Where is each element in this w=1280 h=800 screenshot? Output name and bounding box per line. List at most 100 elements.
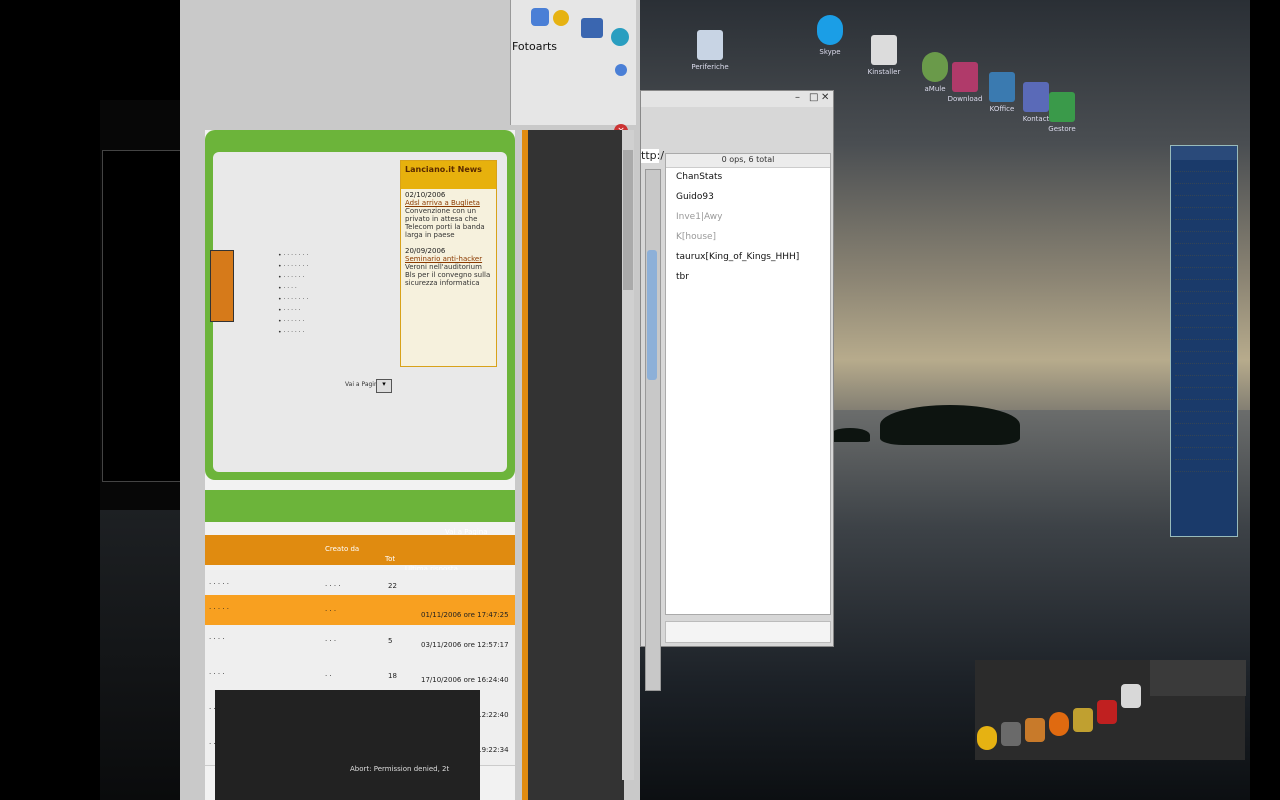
desktop-icon-label: Kinstaller [867,68,901,76]
chat-url-fragment: ttp:/ [641,149,665,163]
left-taskbar [215,690,480,800]
minimize-icon[interactable]: – [795,93,805,103]
list-item[interactable] [1175,294,1233,304]
desktop-icon-gestore[interactable]: Gestore [1032,92,1092,133]
list-item[interactable] [1175,438,1233,448]
page-select[interactable]: ▾ [376,379,392,393]
news-date: 02/10/2006 [405,191,446,199]
thread-title[interactable]: · · · · [209,670,225,678]
author: · · · [325,637,337,645]
gestore-icon [1049,92,1075,122]
star-icon[interactable] [977,726,997,750]
app-icon[interactable] [1025,718,1045,742]
table-row[interactable]: · · · · · · · 5 03/11/2006 ore 12:57:17 [205,625,515,661]
file-icon [871,35,897,65]
news-date: 20/09/2006 [405,247,446,255]
browser-sidebar-panel [510,0,636,125]
left-workspace-face: Fotoarts × • · · · · · · · • · · · · · ·… [0,0,640,800]
app-icon[interactable] [1097,700,1117,724]
sidebar-title: Fotoarts [512,40,558,53]
status-bar-text: Abort: Permission denied, 2t [350,765,450,773]
desktop-icon-label: Periferiche [691,63,729,71]
last-reply-date: 17/10/2006 ore 16:24:40 [421,676,509,684]
app-icon[interactable] [1073,708,1093,732]
list-item[interactable] [1175,450,1233,460]
list-item[interactable]: • · · · · · · [278,272,378,283]
list-item[interactable] [1175,330,1233,340]
list-item[interactable] [1175,222,1233,232]
chat-scrollbar[interactable] [645,169,661,691]
last-reply-date: 01/11/2006 ore 17:47:25 [421,611,509,619]
list-item[interactable] [1175,174,1233,184]
news-link[interactable]: Seminario anti-hacker [401,255,496,263]
list-item[interactable] [1175,354,1233,364]
thread-title[interactable]: · · · · [209,635,225,643]
window-titlebar[interactable] [1171,146,1237,160]
list-item[interactable]: ChanStats [666,168,830,188]
user-icon[interactable] [553,10,569,26]
list-item[interactable] [1175,366,1233,376]
list-item[interactable] [1175,306,1233,316]
browser-scrollbar[interactable] [622,130,634,780]
reply-count: 18 [388,672,397,680]
list-item[interactable]: Guido93 [666,188,830,208]
list-item[interactable]: • · · · · · · · [278,294,378,305]
list-item[interactable] [1175,210,1233,220]
list-item[interactable] [1175,390,1233,400]
add-bookmark-icon[interactable] [581,18,603,38]
list-item[interactable]: tbr [666,268,830,288]
list-item[interactable] [1175,162,1233,172]
list-item[interactable] [1175,246,1233,256]
menu-list: • · · · · · · · • · · · · · · · • · · · … [278,250,378,338]
desktop-icon-periferiche[interactable]: Periferiche [680,30,740,71]
forum-header: Vai a Pagina ▾ [205,490,515,558]
list-item[interactable]: • · · · · [278,283,378,294]
list-item[interactable] [1175,402,1233,412]
list-item[interactable] [1175,426,1233,436]
list-item[interactable]: • · · · · · · [278,327,378,338]
list-item[interactable] [1175,186,1233,196]
list-item[interactable] [1175,270,1233,280]
desktop-icon-label: Gestore [1048,125,1076,133]
list-item[interactable]: • · · · · · · [278,316,378,327]
contact-list-window[interactable] [1170,145,1238,537]
list-item[interactable]: • · · · · · [278,305,378,316]
list-item[interactable] [1175,462,1233,472]
page-dark-margin [528,130,624,800]
refresh-icon[interactable] [611,28,629,46]
list-item[interactable]: • · · · · · · · [278,261,378,272]
col-replies: Tot [385,555,396,563]
window-titlebar[interactable]: – □ ✕ [641,91,833,107]
thread-title[interactable]: · · · · · [209,580,229,588]
list-item[interactable]: taurux[King_of_Kings_HHH] [666,248,830,268]
list-item[interactable] [1175,234,1233,244]
list-item[interactable] [1175,282,1233,292]
maximize-icon[interactable]: □ [809,93,819,103]
irc-chat-window[interactable]: – □ ✕ ttp:/ 0 ops, 6 total ChanStats Gui… [640,90,834,691]
chat-input[interactable] [665,621,831,643]
reply-count: 22 [388,582,397,590]
close-icon[interactable]: ✕ [821,93,831,103]
computer-icon [697,30,723,60]
desktop-icon-skype[interactable]: Skype [800,15,860,56]
news-link[interactable]: Adsl arriva a Buglieta [401,199,496,207]
thread-title[interactable]: · · · · · [209,605,229,613]
list-item[interactable] [1175,342,1233,352]
user-count: 0 ops, 6 total [666,154,830,168]
go-arrow-icon[interactable] [615,64,627,76]
app-icon[interactable] [1121,684,1141,708]
news-title: Lanciano.it News [401,161,496,189]
list-item[interactable] [1175,318,1233,328]
wallpaper-island [880,405,1020,445]
list-item[interactable]: • · · · · · · · [278,250,378,261]
list-item[interactable] [1175,378,1233,388]
rss-icon[interactable] [531,8,549,26]
list-item[interactable]: K[house] [666,228,830,248]
list-item[interactable] [1175,414,1233,424]
list-item[interactable]: Inve1|Awy [666,208,830,228]
list-item[interactable] [1175,198,1233,208]
list-item[interactable] [1175,258,1233,268]
app-icon[interactable] [1001,722,1021,746]
terminal-window[interactable] [102,150,182,482]
firefox-icon[interactable] [1049,712,1069,736]
